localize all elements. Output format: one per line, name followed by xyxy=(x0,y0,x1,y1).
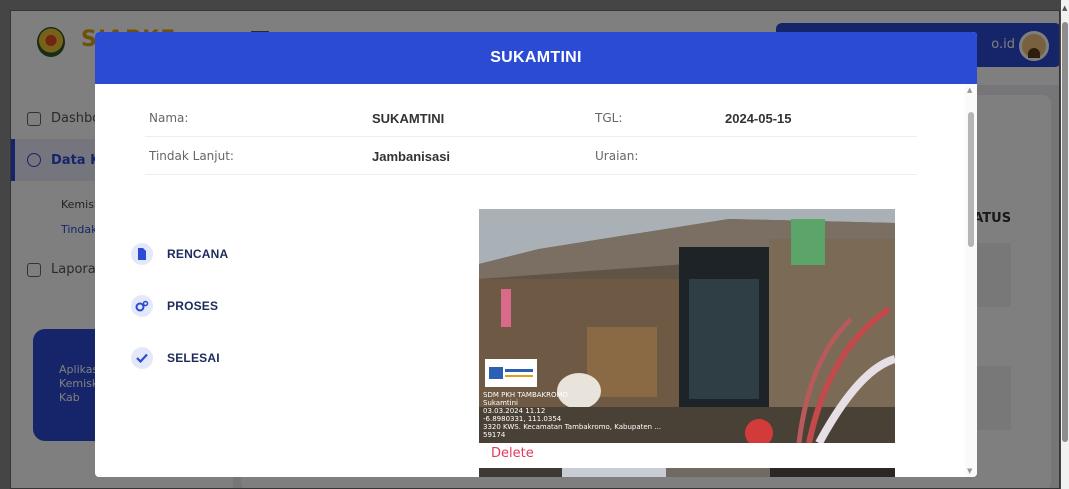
evidence-photo-2 xyxy=(479,468,895,477)
info-row-tindak-lanjut: Tindak Lanjut: Jambanisasi Uraian: xyxy=(145,137,917,175)
watermark-line: 59174 xyxy=(483,431,506,439)
watermark-line: SDM PKH TAMBAKROMO xyxy=(483,391,569,399)
info-row-nama: Nama: SUKAMTINI TGL: 2024-05-15 xyxy=(145,99,917,137)
evidence-photo: SDM PKH TAMBAKROMO Sukamtini 03.03.2024 … xyxy=(479,209,895,443)
scroll-up-arrow-icon[interactable]: ▲ xyxy=(1062,4,1067,12)
document-icon xyxy=(131,243,153,265)
step-rencana[interactable]: RENCANA xyxy=(131,243,228,265)
watermark-line: 3320 KWS. Kecamatan Tambakromo, Kabupate… xyxy=(483,423,662,431)
scroll-down-arrow-icon[interactable]: ▼ xyxy=(967,467,972,475)
tindak-lanjut-value: Jambanisasi xyxy=(372,149,451,164)
modal-body: Nama: SUKAMTINI TGL: 2024-05-15 Tindak L… xyxy=(95,84,965,477)
nama-label: Nama: xyxy=(149,111,189,125)
step-proses[interactable]: PROSES xyxy=(131,295,218,317)
modal-header: SUKAMTINI xyxy=(95,32,977,84)
modal-title: SUKAMTINI xyxy=(490,49,582,66)
tgl-value: 2024-05-15 xyxy=(725,111,792,126)
watermark-line: Sukamtini xyxy=(483,399,518,407)
modal-scrollbar-thumb[interactable] xyxy=(968,112,974,247)
nama-value: SUKAMTINI xyxy=(372,111,445,126)
detail-modal: SUKAMTINI Nama: SUKAMTINI TGL: 2024-05-1… xyxy=(95,32,977,477)
modal-scrollbar[interactable]: ▲ ▼ xyxy=(965,84,977,477)
tgl-label: TGL: xyxy=(595,111,623,125)
gears-icon xyxy=(131,295,153,317)
tindak-lanjut-label: Tindak Lanjut: xyxy=(149,149,234,163)
check-icon xyxy=(131,347,153,369)
step-label: PROSES xyxy=(167,299,219,313)
delete-photo-link[interactable]: Delete xyxy=(491,446,534,461)
step-label: SELESAI xyxy=(167,351,220,365)
photo-watermark: SDM PKH TAMBAKROMO Sukamtini 03.03.2024 … xyxy=(483,391,661,439)
watermark-line: -6.8980331, 111.0354 xyxy=(483,415,562,423)
step-label: RENCANA xyxy=(167,247,229,261)
page-scrollbar-thumb[interactable] xyxy=(1062,22,1068,442)
scroll-up-arrow-icon[interactable]: ▲ xyxy=(967,86,972,94)
watermark-line: 03.03.2024 11.12 xyxy=(483,407,546,415)
uraian-label: Uraian: xyxy=(595,149,639,163)
step-selesai[interactable]: SELESAI xyxy=(131,347,220,369)
